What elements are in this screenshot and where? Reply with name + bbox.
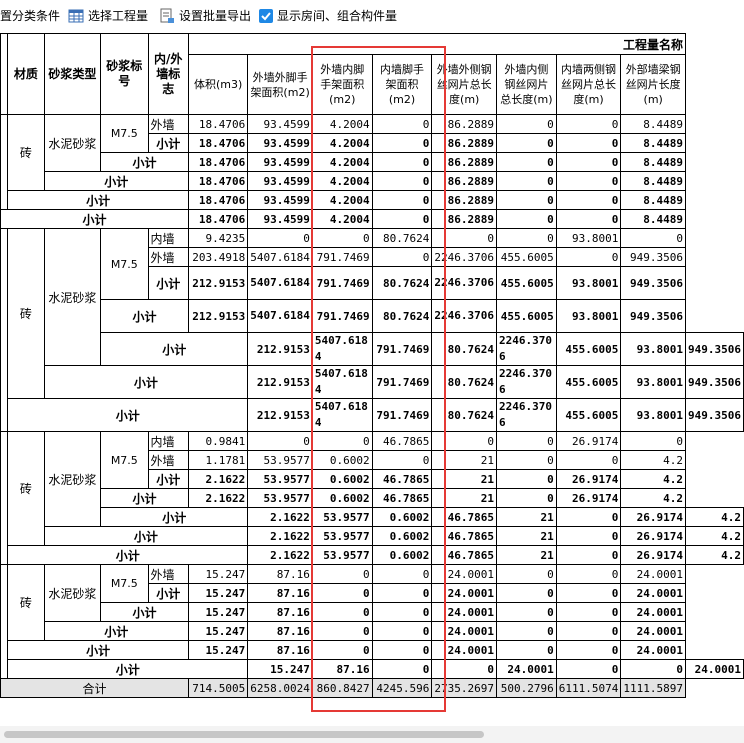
inout-cell: 内墙 bbox=[147, 228, 189, 248]
quantity-table: 材质 砂浆类型 砂浆标号 内/外墙标志 工程量名称 体积(m3) 外墙外脚手架面… bbox=[0, 33, 744, 698]
table-row[interactable]: 小计 212.9153 5407.6184 791.7469 80.7624 2… bbox=[1, 398, 744, 432]
table-row[interactable]: 小计 2.1622 53.9577 0.6002 46.7865 21 0 26… bbox=[1, 545, 744, 565]
inout-cell: 外墙 bbox=[147, 564, 189, 584]
header-volume: 体积(m3) bbox=[187, 54, 249, 115]
batch-export-settings-button[interactable]: 设置批量导出 bbox=[179, 7, 251, 25]
material-cell: 砖 bbox=[7, 114, 45, 191]
header-outer-int-scaffold: 外墙内脚手架面积(m2) bbox=[311, 54, 373, 115]
subtotal-label: 小计 bbox=[147, 133, 189, 153]
grand-total-row[interactable]: 合计 714.5005 6258.0024 860.8427 4245.596 … bbox=[0, 678, 744, 698]
inout-cell: 内墙 bbox=[147, 431, 189, 451]
header-outer-ext-mesh: 外墙外侧钢丝网片总长度(m) bbox=[431, 54, 497, 115]
inout-cell: 外墙 bbox=[147, 114, 189, 134]
subtotal-label: 小计 bbox=[100, 152, 189, 172]
table-row[interactable]: 小计 18.4706 93.4599 4.2004 0 86.2889 0 0 … bbox=[1, 190, 744, 210]
classify-condition-button[interactable]: 置分类条件 bbox=[0, 7, 60, 25]
subtotal-label: 小计 bbox=[147, 469, 189, 489]
subtotal-label: 小计 bbox=[7, 659, 249, 679]
subtotal-label: 小计 bbox=[7, 545, 249, 565]
mortar-grade-cell: M7.5 bbox=[100, 228, 149, 300]
subtotal-label: 小计 bbox=[43, 621, 189, 641]
mortar-grade-cell: M7.5 bbox=[100, 431, 149, 489]
material-cell: 砖 bbox=[7, 431, 45, 546]
batch-export-icon bbox=[160, 8, 174, 23]
mortar-grade-cell: M7.5 bbox=[100, 114, 149, 153]
mortar-grade-cell: M7.5 bbox=[100, 564, 149, 603]
subtotal-label: 小计 bbox=[7, 640, 189, 660]
table-row[interactable]: 小计 18.4706 93.4599 4.2004 0 86.2889 0 0 … bbox=[1, 171, 744, 191]
table-grid-icon bbox=[68, 9, 84, 23]
table-row[interactable]: 小计 212.9153 5407.6184 791.7469 80.7624 2… bbox=[1, 332, 744, 366]
table-row[interactable]: 小计 2.1622 53.9577 0.6002 46.7865 21 0 26… bbox=[1, 526, 744, 546]
table-row[interactable]: 小计 18.4706 93.4599 4.2004 0 86.2889 0 0 … bbox=[1, 152, 744, 172]
horizontal-scrollbar[interactable] bbox=[0, 726, 744, 743]
scrollbar-thumb[interactable] bbox=[4, 731, 484, 738]
subtotal-label: 小计 bbox=[100, 602, 189, 622]
subtotal-label: 小计 bbox=[0, 209, 189, 229]
select-quantity-button[interactable]: 选择工程量 bbox=[88, 7, 148, 25]
header-outer-ext-scaffold: 外墙外脚手架面积(m2) bbox=[247, 54, 313, 115]
mortar-type-cell: 水泥砂浆 bbox=[43, 114, 102, 172]
table-row[interactable]: 小计 18.4706 93.4599 4.2004 0 86.2889 0 0 … bbox=[0, 209, 744, 229]
table-row[interactable]: 砖 水泥砂浆 M7.5 外墙 18.4706 93.4599 4.2004 0 … bbox=[0, 114, 744, 210]
subtotal-label: 小计 bbox=[43, 171, 189, 191]
row-header-cell bbox=[0, 33, 9, 115]
subtotal-label: 小计 bbox=[43, 526, 249, 546]
header-inner-scaffold: 内墙脚手架面积(m2) bbox=[371, 54, 433, 115]
table-row[interactable]: 小计 212.9153 5407.6184 791.7469 80.7624 2… bbox=[1, 299, 744, 333]
mortar-type-cell: 水泥砂浆 bbox=[43, 228, 102, 366]
table-row[interactable]: 小计 15.247 87.16 0 0 24.0001 0 0 24.0001 bbox=[1, 640, 744, 660]
header-inout-flag: 内/外墙标志 bbox=[147, 33, 189, 115]
table-row[interactable]: 小计 2.1622 53.9577 0.6002 46.7865 21 0 26… bbox=[1, 488, 744, 508]
mortar-type-cell: 水泥砂浆 bbox=[43, 564, 102, 622]
subtotal-label: 小计 bbox=[7, 398, 249, 432]
table-row[interactable]: 小计 15.247 87.16 0 0 24.0001 0 0 24.0001 bbox=[1, 621, 744, 641]
toolbar: 置分类条件 选择工程量 设置批量导出 显示房间、组合构件量 bbox=[0, 0, 744, 33]
inout-cell: 外墙 bbox=[147, 450, 189, 470]
material-cell: 砖 bbox=[7, 228, 45, 399]
table-row[interactable]: 砖 水泥砂浆 M7.5 内墙 0.9841 0 0 46.7865 0 0 26… bbox=[0, 431, 744, 565]
subtotal-label: 小计 bbox=[147, 266, 189, 300]
table-row[interactable]: 小计 2.1622 53.9577 0.6002 46.7865 21 0 26… bbox=[1, 507, 744, 527]
header-material: 材质 bbox=[7, 33, 45, 115]
subtotal-label: 小计 bbox=[147, 583, 189, 603]
header-beam-mesh: 外部墙梁钢丝网片长度(m) bbox=[620, 54, 687, 115]
table-row[interactable]: 小计 212.9153 5407.6184 791.7469 80.7624 2… bbox=[1, 365, 744, 399]
subtotal-label: 小计 bbox=[43, 365, 249, 399]
subtotal-label: 小计 bbox=[100, 488, 189, 508]
show-room-combo-checkbox-label[interactable]: 显示房间、组合构件量 bbox=[277, 7, 397, 25]
table-row[interactable]: 砖 水泥砂浆 M7.5 外墙 15.247 87.16 0 0 24.0001 … bbox=[0, 564, 744, 679]
header-quantity-group: 工程量名称 bbox=[187, 33, 687, 55]
header-inner-both-mesh: 内墙两侧钢丝网片总长度(m) bbox=[555, 54, 622, 115]
grand-total-label: 合计 bbox=[0, 678, 189, 698]
subtotal-label: 小计 bbox=[100, 332, 249, 366]
header-mortar-type: 砂浆类型 bbox=[43, 33, 102, 115]
checkbox-checked-icon[interactable] bbox=[258, 8, 274, 24]
quantity-table-viewport: 材质 砂浆类型 砂浆标号 内/外墙标志 工程量名称 体积(m3) 外墙外脚手架面… bbox=[0, 33, 744, 698]
header-mortar-grade: 砂浆标号 bbox=[100, 33, 149, 115]
subtotal-label: 小计 bbox=[100, 299, 189, 333]
table-row[interactable]: 小计 15.247 87.16 0 0 24.0001 0 0 24.0001 bbox=[1, 659, 744, 679]
mortar-type-cell: 水泥砂浆 bbox=[43, 431, 102, 527]
header-outer-int-mesh: 外墙内侧钢丝网片总长度(m) bbox=[496, 54, 557, 115]
table-row[interactable]: 小计 15.247 87.16 0 0 24.0001 0 0 24.0001 bbox=[1, 602, 744, 622]
inout-cell: 外墙 bbox=[147, 247, 189, 267]
table-row[interactable]: 砖 水泥砂浆 M7.5 内墙 9.4235 0 0 80.7624 0 0 93… bbox=[0, 228, 744, 432]
subtotal-label: 小计 bbox=[7, 190, 189, 210]
subtotal-label: 小计 bbox=[100, 507, 249, 527]
material-cell: 砖 bbox=[7, 564, 45, 641]
